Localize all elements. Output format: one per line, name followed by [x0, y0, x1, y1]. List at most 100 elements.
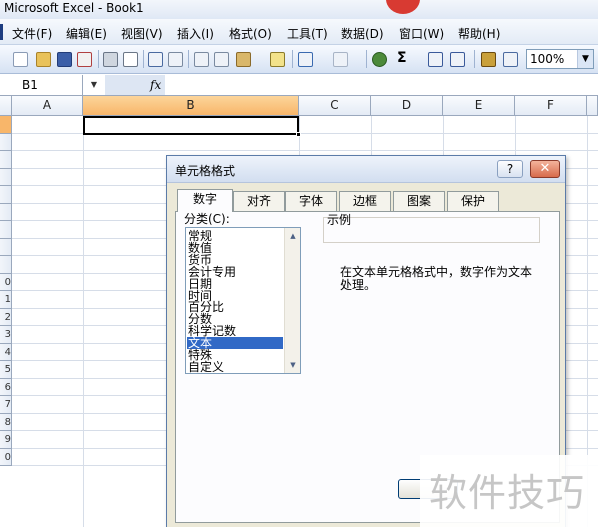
new-icon[interactable]: [13, 52, 28, 67]
menu-edit[interactable]: 编辑(E): [66, 25, 107, 42]
name-box-dropdown-icon[interactable]: ▼: [83, 75, 105, 95]
open-icon[interactable]: [36, 52, 51, 67]
toolbar-separator: [366, 50, 367, 68]
column-header[interactable]: A: [12, 96, 83, 116]
cut-icon[interactable]: [194, 52, 209, 67]
row-header[interactable]: 6: [0, 378, 12, 396]
hyperlink-icon[interactable]: [372, 52, 387, 67]
category-item[interactable]: 日期: [187, 278, 283, 290]
row-header[interactable]: 2: [0, 308, 12, 326]
zoom-select[interactable]: 100% ▼: [526, 49, 594, 69]
tab-border[interactable]: 边框: [339, 191, 391, 211]
sort-descending-icon[interactable]: [450, 52, 465, 67]
window-title: Microsoft Excel - Book1: [4, 1, 144, 15]
row-header[interactable]: [0, 256, 12, 274]
menu-tools[interactable]: 工具(T): [287, 25, 328, 42]
undo-icon[interactable]: [298, 52, 313, 67]
scroll-up-icon[interactable]: ▲: [286, 229, 300, 243]
close-button[interactable]: ✕: [530, 160, 560, 178]
menu-window[interactable]: 窗口(W): [399, 25, 444, 42]
column-header[interactable]: [587, 96, 598, 116]
sample-box: [323, 217, 540, 243]
toolbar-separator: [98, 50, 99, 68]
tab-alignment[interactable]: 对齐: [233, 191, 285, 211]
menu-file[interactable]: 文件(F): [12, 25, 52, 42]
column-header[interactable]: E: [443, 96, 515, 116]
row-header[interactable]: 3: [0, 326, 12, 344]
chevron-down-icon[interactable]: ▼: [577, 50, 593, 68]
paste-icon[interactable]: [236, 52, 251, 67]
row-header[interactable]: [0, 116, 12, 134]
menu-data[interactable]: 数据(D): [341, 25, 384, 42]
title-bar: Microsoft Excel - Book1: [0, 0, 598, 19]
zoom-value: 100%: [530, 52, 565, 66]
row-header[interactable]: [0, 186, 12, 204]
format-description: 在文本单元格格式中，数字作为文本处理。: [340, 265, 533, 292]
insert-function-icon[interactable]: fx: [150, 75, 161, 95]
category-label: 分类(C):: [184, 212, 230, 226]
row-header[interactable]: 9: [0, 431, 12, 449]
tab-number[interactable]: 数字: [177, 189, 233, 212]
name-box[interactable]: B1: [0, 75, 83, 95]
menu-view[interactable]: 视图(V): [121, 25, 163, 42]
column-header[interactable]: F: [515, 96, 587, 116]
row-header[interactable]: 0: [0, 273, 12, 291]
active-cell-b1[interactable]: [83, 116, 301, 137]
dialog-title: 单元格格式: [175, 164, 236, 178]
category-item[interactable]: 自定义: [187, 361, 283, 373]
redo-icon[interactable]: [333, 52, 348, 67]
permission-icon[interactable]: [77, 52, 92, 67]
spelling-icon[interactable]: [148, 52, 163, 67]
scroll-down-icon[interactable]: ▼: [286, 358, 300, 372]
column-header[interactable]: D: [371, 96, 443, 116]
row-header[interactable]: 8: [0, 413, 12, 431]
sample-label: 示例: [327, 213, 352, 227]
tab-patterns[interactable]: 图案: [393, 191, 445, 211]
row-header[interactable]: [0, 151, 12, 169]
sort-ascending-icon[interactable]: [428, 52, 443, 67]
row-header[interactable]: 0: [0, 448, 12, 466]
menu-grip: [0, 24, 3, 40]
row-header[interactable]: [0, 168, 12, 186]
tab-font[interactable]: 字体: [285, 191, 337, 211]
format-painter-icon[interactable]: [270, 52, 285, 67]
autosum-icon[interactable]: Σ: [397, 50, 407, 66]
toolbar-separator: [474, 50, 475, 68]
menu-format[interactable]: 格式(O): [229, 25, 272, 42]
fill-handle[interactable]: [296, 132, 301, 137]
research-icon[interactable]: [168, 52, 183, 67]
menu-insert[interactable]: 插入(I): [177, 25, 214, 42]
row-header[interactable]: 1: [0, 291, 12, 309]
row-header[interactable]: 5: [0, 361, 12, 379]
toolbar-separator: [188, 50, 189, 68]
drawing-icon[interactable]: [503, 52, 518, 67]
row-header[interactable]: [0, 133, 12, 151]
print-preview-icon[interactable]: [123, 52, 138, 67]
dialog-title-bar: 单元格格式 ? ✕: [167, 156, 565, 183]
excel-window: Microsoft Excel - Book1 文件(F) 编辑(E) 视图(V…: [0, 0, 598, 527]
tab-protection[interactable]: 保护: [447, 191, 499, 211]
category-list[interactable]: 常规 数值 货币 会计专用 日期 时间 百分比 分数 科学记数 文本 特殊 自定义 ▲ ▼: [185, 227, 301, 374]
chart-wizard-icon[interactable]: [481, 52, 496, 67]
category-scrollbar[interactable]: ▲ ▼: [284, 228, 300, 373]
row-header[interactable]: 4: [0, 343, 12, 361]
toolbar-separator: [143, 50, 144, 68]
category-item[interactable]: 货币: [187, 254, 283, 266]
menu-help[interactable]: 帮助(H): [458, 25, 500, 42]
name-box-value: B1: [22, 78, 38, 92]
column-header[interactable]: C: [299, 96, 371, 116]
select-all-corner[interactable]: [0, 96, 12, 116]
row-header[interactable]: [0, 221, 12, 239]
column-header-selected[interactable]: B: [83, 96, 299, 116]
row-header[interactable]: [0, 203, 12, 221]
row-header[interactable]: 7: [0, 396, 12, 414]
print-icon[interactable]: [103, 52, 118, 67]
row-header[interactable]: [0, 238, 12, 256]
category-item[interactable]: 会计专用: [187, 266, 283, 278]
toolbar-separator: [292, 50, 293, 68]
watermark-text: 软件技巧: [429, 471, 586, 515]
help-button[interactable]: ?: [497, 160, 523, 178]
copy-icon[interactable]: [214, 52, 229, 67]
save-icon[interactable]: [57, 52, 72, 67]
standard-toolbar: Σ 100% ▼: [0, 45, 598, 74]
